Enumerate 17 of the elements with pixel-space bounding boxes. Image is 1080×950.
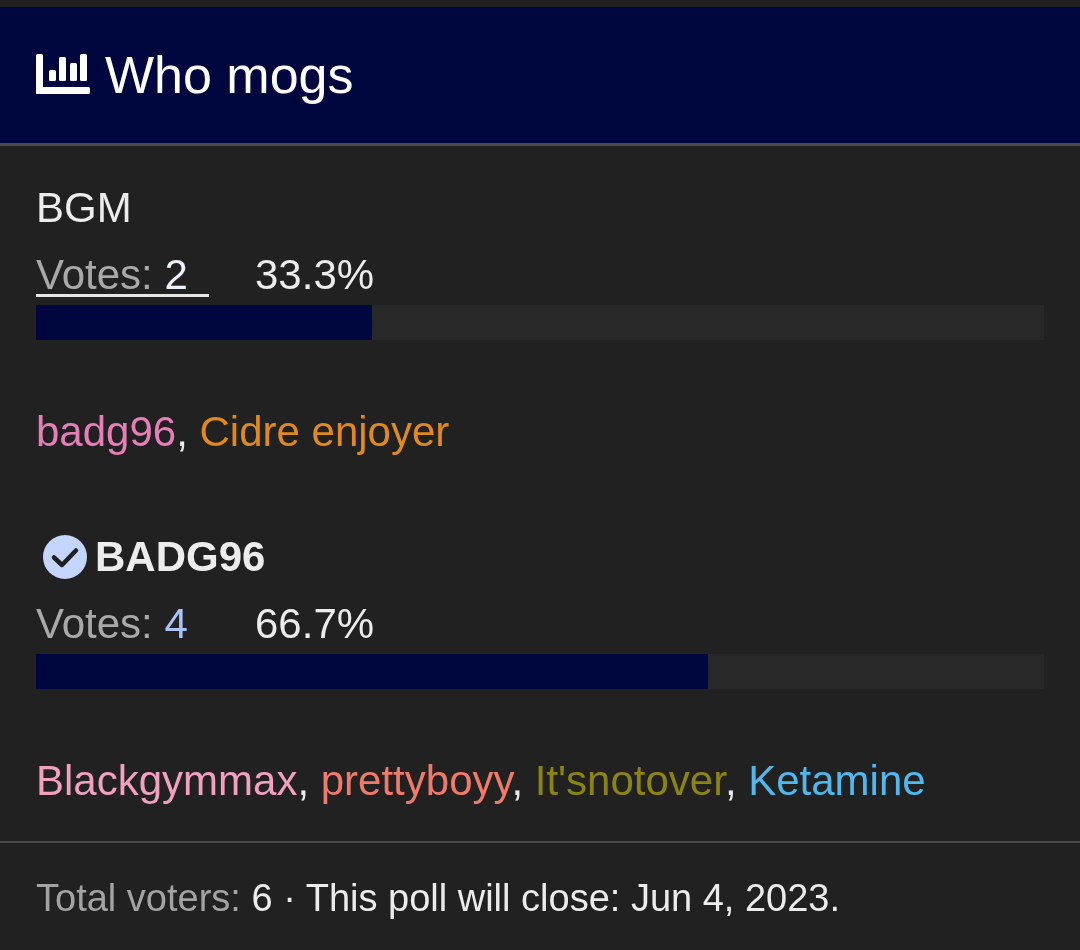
votes-link[interactable]: Votes: 2 [36,256,209,297]
vote-percentage: 66.7% [255,600,375,647]
username-link[interactable]: It'snotover [534,757,725,804]
voter-list: Blackgymmax, prettyboyy, It'snotover, Ketamine [36,756,1044,806]
username-link[interactable]: Blackgymmax [36,757,298,804]
option-title: BGM [36,183,132,233]
votes-link[interactable]: Votes: 4 [36,605,209,646]
bar-chart-icon [36,53,90,94]
username-link[interactable]: Cidre enjoyer [199,408,450,455]
vote-percentage: 33.3% [255,251,375,298]
option-title: BADG96 [95,532,266,582]
poll-footer-text: Total voters: 6 · This poll will close: Jun 4, 2023. [36,876,842,921]
voter-list: badg96, Cidre enjoyer [36,407,1044,457]
poll-title: Who mogs [105,44,354,106]
username-link[interactable]: prettyboyy [320,757,512,804]
username-link[interactable]: badg96 [36,408,177,455]
username-link[interactable]: Ketamine [748,757,926,804]
